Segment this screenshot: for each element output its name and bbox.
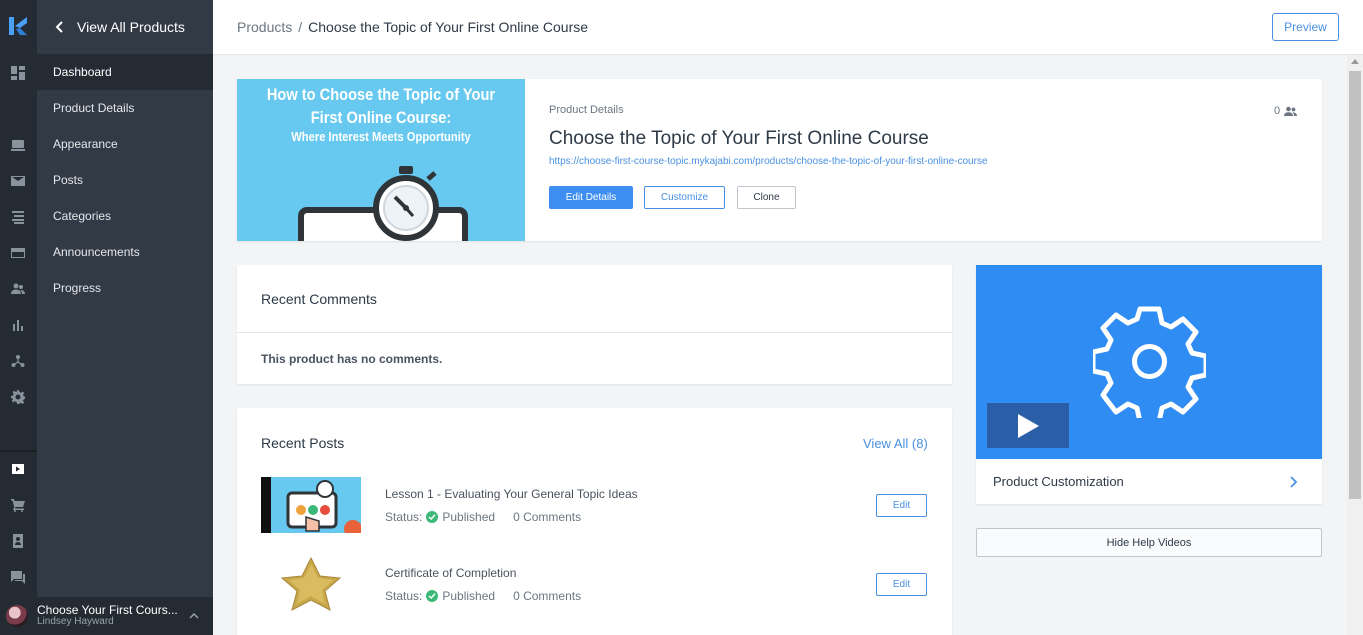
view-all-products-label: View All Products — [77, 19, 185, 35]
chevron-right-icon[interactable] — [1288, 476, 1298, 488]
customize-button[interactable]: Customize — [644, 186, 725, 209]
kajabi-logo-icon[interactable] — [9, 17, 27, 35]
recent-posts-heading: Recent Posts — [261, 435, 345, 451]
product-thumbnail: How to Choose the Topic of Your First On… — [237, 79, 525, 241]
rail-divider — [0, 450, 37, 452]
automations-icon[interactable] — [10, 353, 26, 369]
sidebar-item-label: Progress — [53, 281, 102, 295]
preview-button[interactable]: Preview — [1272, 13, 1339, 41]
comment-count: 0 Comments — [513, 510, 582, 524]
offers-icon[interactable] — [10, 245, 26, 261]
sidebar-item-label: Dashboard — [53, 65, 112, 79]
product-sidebar: View All Products Dashboard Product Deta… — [0, 0, 213, 635]
list-item: Lesson 1 - Evaluating Your General Topic… — [261, 477, 928, 535]
edit-post-button[interactable]: Edit — [876, 573, 927, 596]
view-all-products-link[interactable]: View All Products — [37, 0, 213, 54]
post-title[interactable]: Lesson 1 - Evaluating Your General Topic… — [385, 487, 638, 501]
post-title[interactable]: Certificate of Completion — [385, 566, 516, 580]
avatar — [6, 605, 28, 627]
gear-icon — [1093, 306, 1206, 418]
play-button[interactable] — [987, 403, 1069, 448]
no-comments-text: This product has no comments. — [261, 352, 443, 366]
divider — [237, 332, 952, 333]
scrollbar-thumb[interactable] — [1349, 71, 1361, 499]
help-video-thumbnail[interactable] — [976, 265, 1322, 459]
member-count: 0 — [1274, 105, 1298, 117]
website-icon[interactable] — [10, 137, 26, 153]
status-badge: Published — [442, 510, 496, 524]
people-icon[interactable] — [10, 281, 26, 297]
sidebar-item-label: Posts — [53, 173, 84, 187]
sidebar-item-product-details[interactable]: Product Details — [37, 90, 213, 126]
breadcrumb-products[interactable]: Products — [237, 19, 292, 35]
section-label: Product Details — [549, 104, 624, 116]
icon-rail — [0, 0, 37, 635]
product-url-link[interactable]: https://choose-first-course-topic.mykaja… — [549, 156, 988, 167]
site-name: Choose Your First Cours... — [37, 603, 178, 617]
account-switcher[interactable]: Choose Your First Cours... Lindsey Haywa… — [0, 597, 213, 635]
comment-count: 0 Comments — [513, 589, 582, 603]
breadcrumb-current: Choose the Topic of Your First Online Co… — [308, 19, 589, 35]
play-icon — [1018, 413, 1039, 438]
people-icon — [1284, 106, 1298, 116]
check-circle-icon — [426, 511, 439, 523]
top-bar: Products / Choose the Topic of Your First … — [213, 0, 1363, 55]
sidebar-item-label: Categories — [53, 209, 112, 223]
settings-icon[interactable] — [10, 389, 26, 405]
recent-posts-card: Recent Posts View All (8) Lesson 1 - Eva… — [237, 408, 952, 635]
sidebar-item-dashboard[interactable]: Dashboard — [37, 54, 213, 90]
sidebar-item-categories[interactable]: Categories — [37, 198, 213, 234]
help-video-card[interactable]: Product Customization — [976, 265, 1322, 504]
post-thumbnail — [261, 477, 361, 533]
stopwatch-illustration-icon — [298, 166, 468, 241]
sidebar-item-label: Announcements — [53, 245, 140, 259]
help-video-title[interactable]: Product Customization — [993, 474, 1124, 489]
sidebar-item-label: Product Details — [53, 101, 135, 115]
check-circle-icon — [426, 590, 439, 602]
dashboard-icon[interactable] — [10, 65, 26, 81]
cart-icon[interactable] — [10, 497, 26, 513]
gold-star-icon — [261, 556, 361, 612]
view-all-posts-link[interactable]: View All (8) — [863, 436, 928, 451]
thumbnail-subtitle: Where Interest Meets Opportunity — [291, 129, 471, 144]
post-status: Status: Published 0 Comments — [385, 589, 581, 603]
status-label: Status: — [385, 589, 423, 603]
edit-post-button[interactable]: Edit — [876, 494, 927, 517]
chevron-left-icon — [55, 21, 63, 33]
analytics-icon[interactable] — [10, 317, 26, 333]
list-item: Certificate of Completion Status: Publis… — [261, 556, 928, 614]
products-icon[interactable] — [10, 461, 26, 477]
sidebar-item-posts[interactable]: Posts — [37, 162, 213, 198]
scrollbar[interactable] — [1347, 55, 1363, 635]
member-count-value: 0 — [1274, 105, 1281, 117]
sidebar-item-appearance[interactable]: Appearance — [37, 126, 213, 162]
breadcrumb-separator: / — [298, 19, 303, 35]
sidebar-item-label: Appearance — [53, 137, 118, 151]
recent-comments-heading: Recent Comments — [261, 291, 377, 307]
lesson-illustration-icon — [261, 477, 361, 533]
chat-icon[interactable] — [10, 569, 26, 585]
user-name: Lindsey Hayward — [37, 616, 114, 627]
sidebar-item-announcements[interactable]: Announcements — [37, 234, 213, 270]
product-header-card: How to Choose the Topic of Your First On… — [237, 79, 1322, 241]
status-badge: Published — [442, 589, 496, 603]
post-thumbnail — [261, 556, 361, 612]
chevron-up-icon — [189, 612, 199, 619]
thumbnail-title: How to Choose the Topic of Your First On… — [266, 85, 496, 127]
product-title: Choose the Topic of Your First Online Co… — [549, 128, 929, 149]
clone-button[interactable]: Clone — [737, 186, 796, 209]
recent-comments-card: Recent Comments This product has no comm… — [237, 265, 952, 384]
status-label: Status: — [385, 510, 423, 524]
breadcrumb: Products / Choose the Topic of Your First … — [237, 19, 588, 35]
contacts-icon[interactable] — [10, 533, 26, 549]
email-icon[interactable] — [10, 173, 26, 189]
edit-details-button[interactable]: Edit Details — [549, 186, 633, 209]
post-status: Status: Published 0 Comments — [385, 510, 581, 524]
pipelines-icon[interactable] — [10, 209, 26, 225]
sidebar-item-progress[interactable]: Progress — [37, 270, 213, 306]
scroll-up-arrow-icon[interactable] — [1351, 59, 1359, 64]
hide-help-videos-button[interactable]: Hide Help Videos — [976, 528, 1322, 557]
